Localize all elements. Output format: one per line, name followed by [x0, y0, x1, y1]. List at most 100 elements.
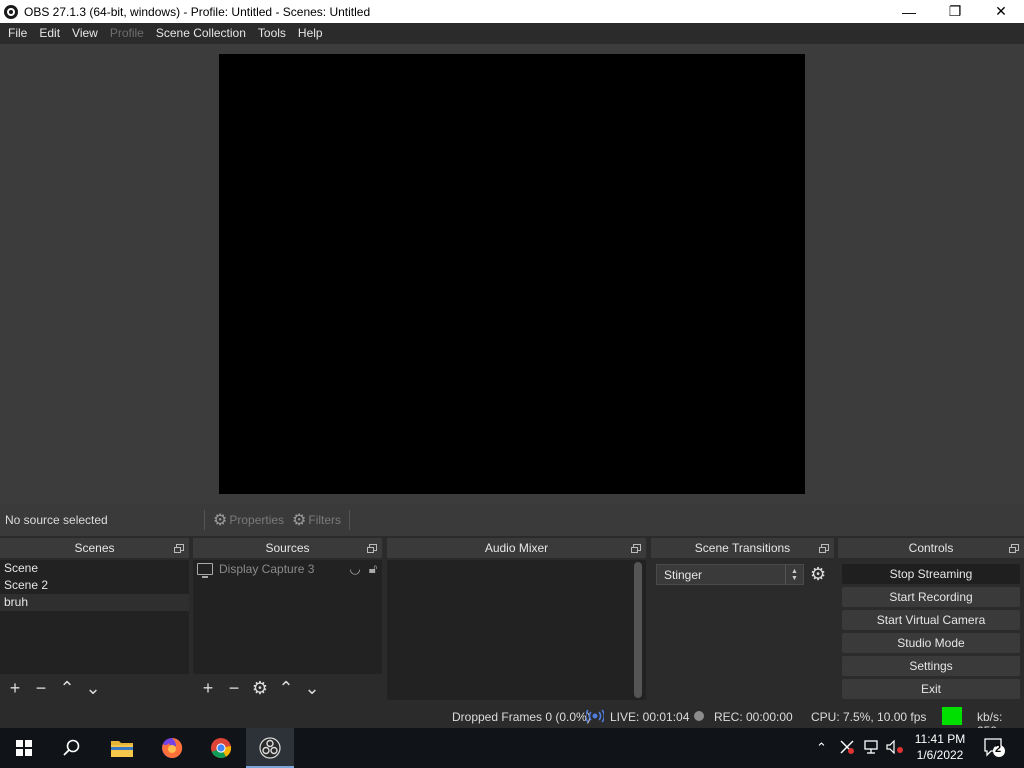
- title-bar: OBS 27.1.3 (64-bit, windows) - Profile: …: [0, 0, 1024, 23]
- audio-mixer-header: Audio Mixer: [387, 538, 646, 558]
- move-up-button[interactable]: ⌃: [277, 679, 295, 697]
- start-recording-button[interactable]: Start Recording: [842, 587, 1020, 607]
- audio-mixer-dock: Audio Mixer: [387, 538, 646, 558]
- notifications-icon[interactable]: 2: [984, 738, 1006, 761]
- chrome-icon[interactable]: [197, 728, 245, 768]
- monitor-icon: [197, 563, 213, 578]
- audio-mixer-title: Audio Mixer: [484, 541, 549, 555]
- move-down-button[interactable]: ⌄: [84, 679, 102, 697]
- source-toolbar: No source selected ⚙ Properties ⚙ Filter…: [0, 504, 1024, 536]
- source-name: Display Capture 3: [219, 562, 315, 576]
- preview-canvas[interactable]: [219, 54, 805, 494]
- undock-icon[interactable]: [631, 544, 641, 553]
- filters-button[interactable]: ⚙ Filters: [288, 509, 345, 531]
- no-source-label: No source selected: [5, 513, 108, 527]
- scene-transitions-dock: Scene Transitions: [651, 538, 834, 558]
- filter-icon: ⚙: [292, 512, 307, 529]
- obs-logo-icon: [4, 4, 18, 19]
- scenes-dock: Scenes: [0, 538, 189, 558]
- divider: [349, 510, 351, 530]
- studio-mode-button[interactable]: Studio Mode: [842, 633, 1020, 653]
- undock-icon[interactable]: [819, 544, 829, 553]
- clock-time: 11:41 PM: [914, 732, 966, 746]
- start-virtual-camera-button[interactable]: Start Virtual Camera: [842, 610, 1020, 630]
- record-indicator-icon: [694, 711, 704, 721]
- clock-date: 1/6/2022: [916, 748, 964, 762]
- status-bar: Dropped Frames 0 (0.0%) LIVE: 00:01:04 R…: [0, 704, 1024, 738]
- spinner-arrows-icon[interactable]: ▲ ▼: [785, 565, 803, 584]
- scene-transitions-header: Scene Transitions: [651, 538, 834, 558]
- transition-selected-value: Stinger: [664, 567, 703, 582]
- windows-start-icon[interactable]: [0, 728, 48, 768]
- firefox-icon[interactable]: [148, 728, 196, 768]
- undock-icon[interactable]: [1009, 544, 1019, 553]
- menu-profile[interactable]: Profile: [104, 23, 150, 44]
- remove-source-button[interactable]: −: [225, 679, 243, 697]
- obs-taskbar-icon[interactable]: [246, 728, 294, 768]
- search-icon[interactable]: [48, 728, 96, 768]
- mixer-scrollbar[interactable]: [634, 562, 642, 698]
- sources-list: Display Capture 3 ◡ 🔓︎: [193, 560, 382, 674]
- source-properties-gear-icon[interactable]: ⚙: [251, 679, 269, 697]
- lock-icon[interactable]: 🔓︎: [364, 561, 382, 577]
- stream-health-indicator: [942, 707, 962, 725]
- scene-item[interactable]: Scene: [0, 560, 189, 577]
- maximize-button[interactable]: ❐: [932, 0, 978, 23]
- close-button[interactable]: ✕: [978, 0, 1024, 23]
- notification-count: 2: [995, 743, 1002, 755]
- controls-header: Controls: [838, 538, 1024, 558]
- menu-tools[interactable]: Tools: [252, 23, 292, 44]
- menu-bar: File Edit View Profile Scene Collection …: [0, 23, 1024, 44]
- sources-dock: Sources: [193, 538, 382, 558]
- menu-help[interactable]: Help: [292, 23, 329, 44]
- menu-file[interactable]: File: [2, 23, 33, 44]
- file-explorer-icon[interactable]: [98, 728, 146, 768]
- menu-edit[interactable]: Edit: [33, 23, 66, 44]
- broadcast-icon: [586, 709, 604, 723]
- add-source-button[interactable]: +: [199, 679, 217, 697]
- scenes-header: Scenes: [0, 538, 189, 558]
- scene-transitions-title: Scene Transitions: [694, 541, 791, 555]
- preview-area: [0, 44, 1024, 504]
- scenes-list: Scene Scene 2 bruh: [0, 560, 189, 674]
- dropped-frames: Dropped Frames 0 (0.0%): [452, 710, 591, 724]
- properties-button[interactable]: ⚙ Properties: [209, 509, 288, 531]
- cpu-usage: CPU: 7.5%, 10.00 fps: [811, 710, 927, 724]
- settings-button[interactable]: Settings: [842, 656, 1020, 676]
- stop-streaming-button[interactable]: Stop Streaming: [842, 564, 1020, 584]
- remove-scene-button[interactable]: −: [32, 679, 50, 697]
- sources-title: Sources: [265, 541, 310, 555]
- filters-label: Filters: [308, 513, 342, 527]
- move-up-button[interactable]: ⌃: [58, 679, 76, 697]
- live-time: LIVE: 00:01:04: [610, 710, 690, 724]
- scenes-toolbar: + − ⌃ ⌄: [0, 675, 189, 701]
- transition-gear-icon[interactable]: ⚙: [810, 565, 826, 583]
- visibility-hidden-icon[interactable]: ◡: [346, 561, 364, 577]
- network-error-icon[interactable]: [840, 740, 854, 757]
- taskbar-clock[interactable]: 11:41 PM 1/6/2022: [912, 731, 968, 763]
- move-down-button[interactable]: ⌄: [303, 679, 321, 697]
- scene-item-selected[interactable]: bruh: [0, 594, 189, 611]
- minimize-button[interactable]: —: [886, 0, 932, 23]
- menu-view[interactable]: View: [66, 23, 104, 44]
- undock-icon[interactable]: [174, 544, 184, 553]
- show-hidden-icons-chevron-icon[interactable]: ⌃: [816, 740, 827, 756]
- controls-dock: Controls: [838, 538, 1024, 558]
- window-title: OBS 27.1.3 (64-bit, windows) - Profile: …: [24, 4, 371, 19]
- divider: [204, 510, 205, 530]
- rec-time: REC: 00:00:00: [714, 710, 793, 724]
- transition-select[interactable]: Stinger ▲ ▼: [656, 564, 804, 585]
- audio-mixer-panel: [387, 560, 646, 700]
- controls-title: Controls: [908, 541, 954, 555]
- undock-icon[interactable]: [367, 544, 377, 553]
- menu-scene-collection[interactable]: Scene Collection: [150, 23, 252, 44]
- source-item[interactable]: Display Capture 3 ◡ 🔓︎: [193, 560, 382, 578]
- properties-label: Properties: [229, 513, 285, 527]
- ethernet-icon[interactable]: [863, 740, 879, 757]
- gear-icon: ⚙: [213, 512, 228, 529]
- scene-item[interactable]: Scene 2: [0, 577, 189, 594]
- add-scene-button[interactable]: +: [6, 679, 24, 697]
- sources-toolbar: + − ⚙ ⌃ ⌄: [193, 675, 382, 701]
- volume-muted-icon[interactable]: [886, 739, 904, 757]
- exit-button[interactable]: Exit: [842, 679, 1020, 699]
